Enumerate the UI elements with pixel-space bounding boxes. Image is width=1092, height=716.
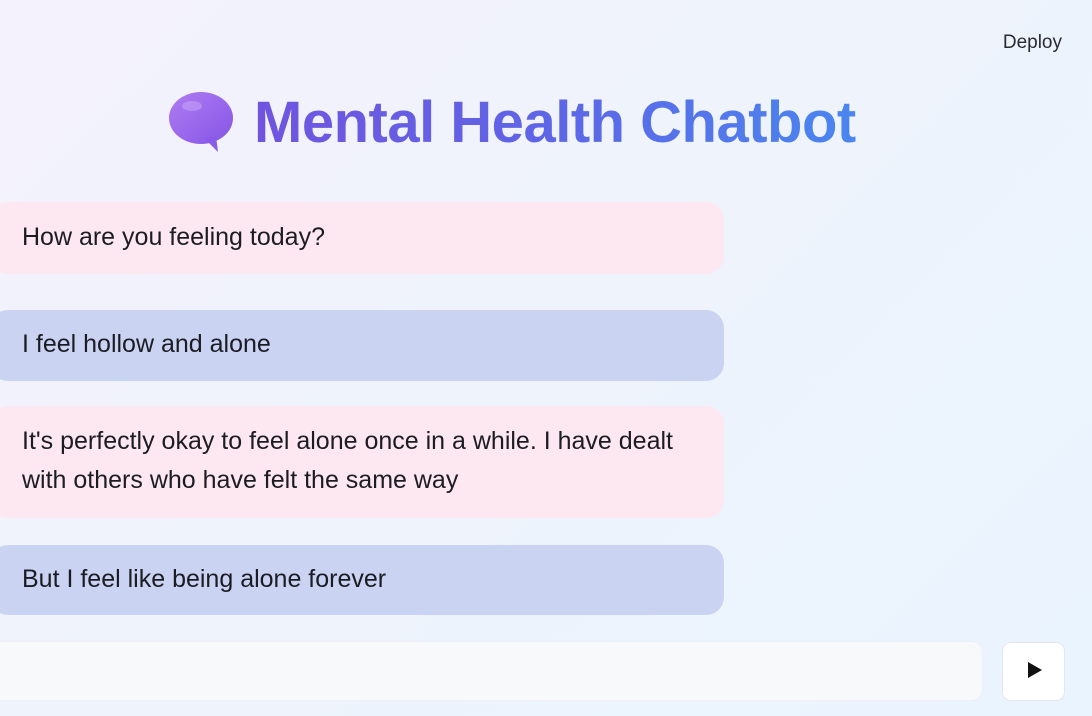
deploy-button[interactable]: Deploy [999,28,1066,58]
send-button[interactable] [1002,642,1065,701]
bot-message: How are you feeling today? [0,202,724,274]
play-icon [1024,660,1044,683]
chat-input-row [0,641,983,701]
page-title: Mental Health Chatbot [168,84,856,160]
bot-message: It's perfectly okay to feel alone once i… [0,406,724,518]
chat-input[interactable] [0,641,983,701]
chat-messages: How are you feeling today? I feel hollow… [0,202,724,651]
speech-bubble-icon [168,90,236,154]
user-message: I feel hollow and alone [0,310,724,381]
user-message: But I feel like being alone forever [0,545,724,615]
title-text: Mental Health Chatbot [254,89,856,155]
